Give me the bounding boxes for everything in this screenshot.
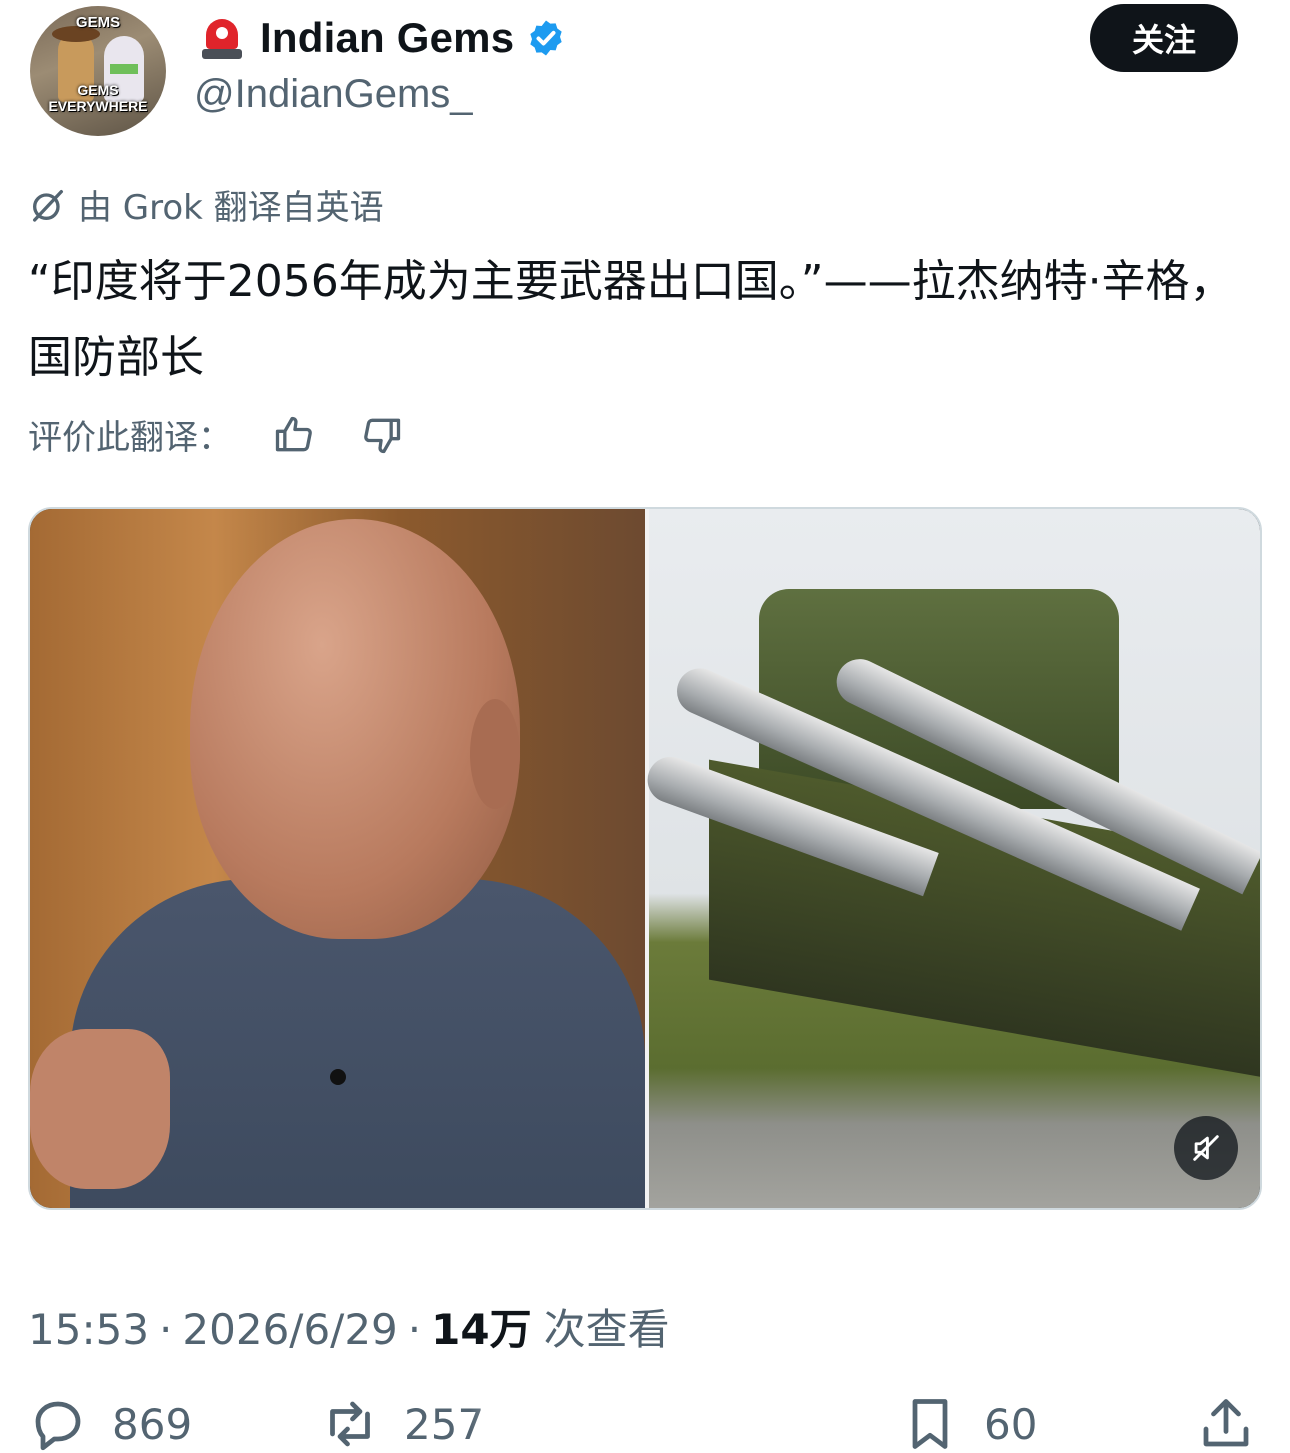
name-row[interactable]: Indian Gems	[200, 10, 566, 66]
display-name[interactable]: Indian Gems	[260, 14, 514, 62]
photo-missile-launcher[interactable]	[641, 509, 1260, 1208]
meta-separator: ·	[159, 1305, 173, 1354]
view-count-label: 次查看	[543, 1305, 670, 1354]
avatar-caption-top: GEMS	[75, 14, 121, 31]
follow-button[interactable]: 关注	[1090, 4, 1238, 72]
avatar[interactable]: GEMS GEMS EVERYWHERE	[30, 6, 166, 136]
translation-notice: 由 Grok 翻译自英语	[28, 180, 384, 229]
thumbs-up-icon[interactable]	[272, 413, 316, 457]
meta-separator: ·	[407, 1305, 422, 1354]
reply-icon	[35, 1401, 81, 1451]
tweet-time[interactable]: 15:53	[28, 1305, 149, 1354]
grok-icon	[33, 189, 63, 222]
share-icon	[1203, 1399, 1249, 1447]
thumbs-down-icon[interactable]	[360, 413, 404, 457]
repost-icon	[330, 1401, 370, 1447]
repost-button[interactable]: 257	[320, 1394, 484, 1453]
tweet-media[interactable]	[28, 507, 1262, 1210]
tweet-detail: GEMS GEMS EVERYWHERE Indian Gems @Indian…	[0, 0, 1290, 1453]
rate-translation-label: 评价此翻译：	[28, 418, 232, 458]
share-button[interactable]	[1196, 1394, 1256, 1453]
reply-button[interactable]: 869	[28, 1394, 192, 1453]
tweet-date[interactable]: 2026/6/29	[182, 1305, 397, 1354]
rate-translation: 评价此翻译：	[28, 410, 404, 459]
translation-notice-text: 由 Grok 翻译自英语	[78, 188, 384, 228]
reply-count: 869	[112, 1399, 193, 1449]
avatar-caption-bottom: GEMS EVERYWHERE	[48, 82, 148, 114]
bookmark-button[interactable]: 60	[900, 1394, 1037, 1453]
bookmark-icon	[912, 1399, 948, 1449]
tweet-text: “印度将于2056年成为主要武器出口国。”——拉杰纳特·辛格，国防部长	[28, 256, 1234, 383]
user-handle[interactable]: @IndianGems_	[194, 72, 473, 117]
view-count: 14万	[431, 1305, 532, 1354]
mute-button[interactable]	[1174, 1116, 1238, 1180]
scroll-fade-overlay	[470, 1386, 800, 1453]
speaker-muted-icon	[1193, 1135, 1219, 1161]
tweet-meta: 15:53 · 2026/6/29 · 14万 次查看	[28, 1296, 670, 1357]
siren-icon	[200, 13, 244, 63]
bookmark-count: 60	[984, 1399, 1038, 1449]
photo-minister-portrait[interactable]	[30, 509, 645, 1208]
action-bar: 869 257 60	[0, 1386, 1290, 1453]
verified-badge-icon	[530, 20, 562, 56]
